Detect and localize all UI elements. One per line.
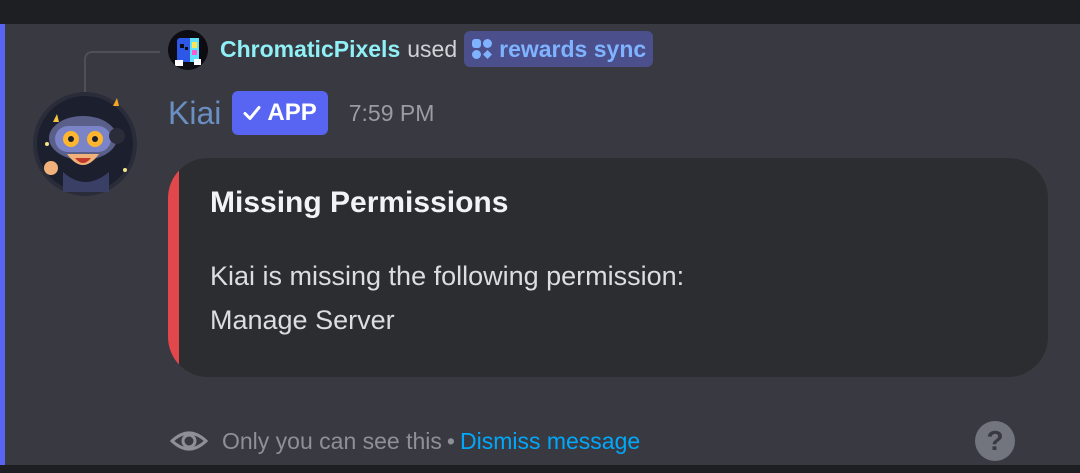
app-badge-label: APP (267, 99, 317, 126)
footer-separator: • (446, 427, 455, 454)
help-icon[interactable]: ? (975, 421, 1015, 461)
dismiss-message-link[interactable]: Dismiss message (460, 428, 640, 455)
app-badge: APP (232, 91, 328, 135)
referenced-username[interactable]: ChromaticPixels (220, 36, 400, 63)
command-mention[interactable]: rewards sync (464, 31, 654, 67)
highlight-accent-bar (0, 24, 5, 465)
referenced-user-avatar[interactable] (168, 30, 208, 70)
eye-icon (170, 427, 208, 455)
top-divider (0, 0, 1080, 24)
embed-description-line: Manage Server (210, 305, 395, 335)
bot-message: ChromaticPixels used rewards sync Kiai A… (0, 24, 1080, 465)
command-name: rewards sync (499, 35, 647, 62)
help-glyph: ? (986, 425, 1004, 456)
embed-description-line: Kiai is missing the following permission… (210, 261, 685, 291)
bot-avatar[interactable] (33, 92, 137, 196)
author-name[interactable]: Kiai (168, 95, 221, 132)
interaction-reference: ChromaticPixels used rewards sync (220, 31, 654, 67)
check-icon (243, 106, 261, 120)
bottom-divider (0, 465, 1080, 473)
embed-title: Missing Permissions (210, 186, 509, 219)
error-embed: Missing Permissions Kiai is missing the … (168, 158, 1048, 377)
ephemeral-note: Only you can see this (222, 427, 442, 454)
ephemeral-footer: Only you can see this • Dismiss message (170, 422, 640, 460)
message-timestamp[interactable]: 7:59 PM (349, 100, 435, 127)
message-header: Kiai APP 7:59 PM (168, 90, 434, 136)
app-command-icon (472, 39, 493, 59)
reference-action-text: used (407, 35, 458, 62)
embed-color-stripe (168, 158, 179, 377)
embed-description: Kiai is missing the following permission… (210, 254, 684, 342)
